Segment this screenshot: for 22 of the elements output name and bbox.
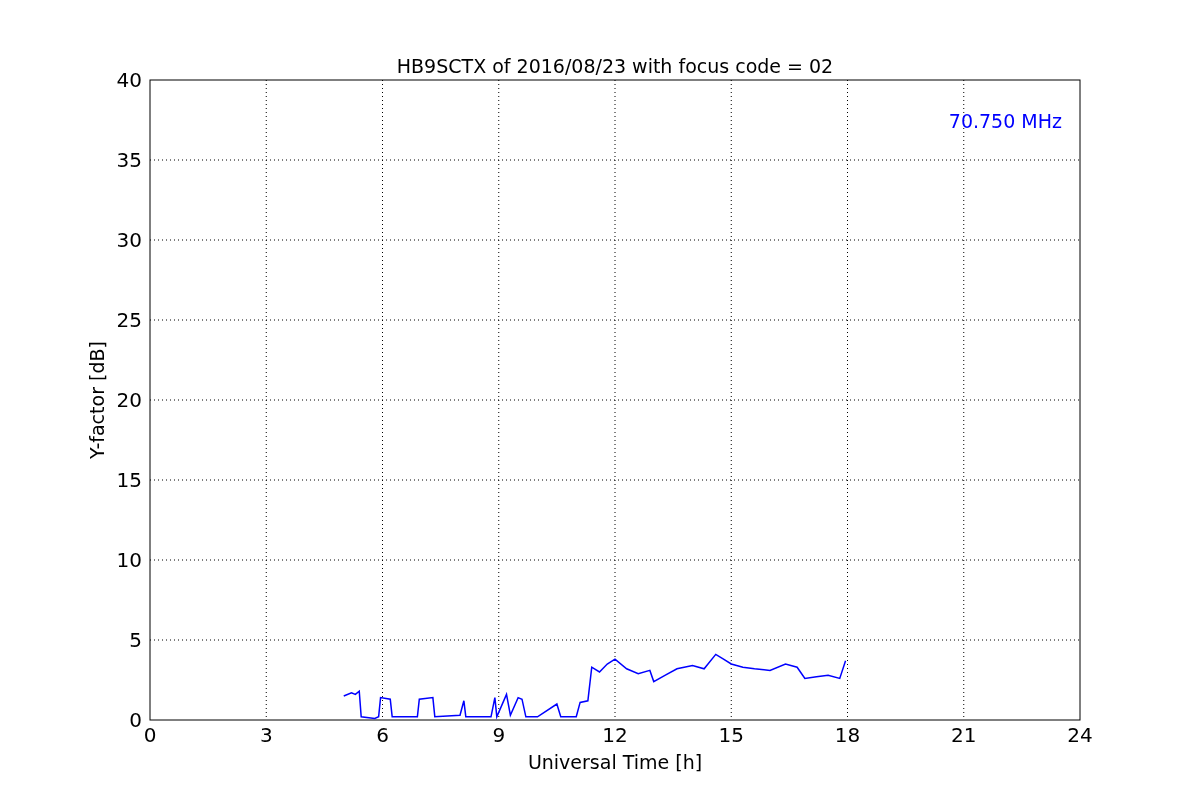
y-tick-label: 10 bbox=[116, 548, 142, 572]
y-tick-label: 30 bbox=[116, 228, 142, 252]
y-tick-label: 40 bbox=[116, 68, 142, 92]
x-tick-label: 12 bbox=[602, 723, 628, 747]
y-tick-label: 0 bbox=[129, 708, 142, 732]
x-tick-label: 18 bbox=[834, 723, 861, 747]
chart-title: HB9SCTX of 2016/08/23 with focus code = 02 bbox=[396, 55, 834, 77]
x-tick-label: 24 bbox=[1067, 723, 1093, 747]
x-tick-label: 3 bbox=[259, 723, 273, 747]
x-tick-label: 9 bbox=[492, 723, 506, 747]
y-tick-label: 35 bbox=[116, 148, 142, 172]
y-tick-label: 25 bbox=[116, 308, 142, 332]
frequency-label: 70.750 MHz bbox=[948, 110, 1062, 132]
y-tick-label: 20 bbox=[116, 388, 142, 412]
x-axis-label: Universal Time [h] bbox=[527, 751, 703, 773]
y-tick-label: 5 bbox=[129, 628, 142, 652]
x-tick-label: 6 bbox=[376, 723, 389, 747]
x-tick-label: 15 bbox=[718, 723, 744, 747]
x-tick-label: 0 bbox=[143, 723, 157, 747]
y-tick-label: 15 bbox=[116, 468, 142, 492]
y-axis-label: Y-factor [dB] bbox=[86, 341, 108, 459]
x-tick-label: 21 bbox=[951, 723, 977, 747]
